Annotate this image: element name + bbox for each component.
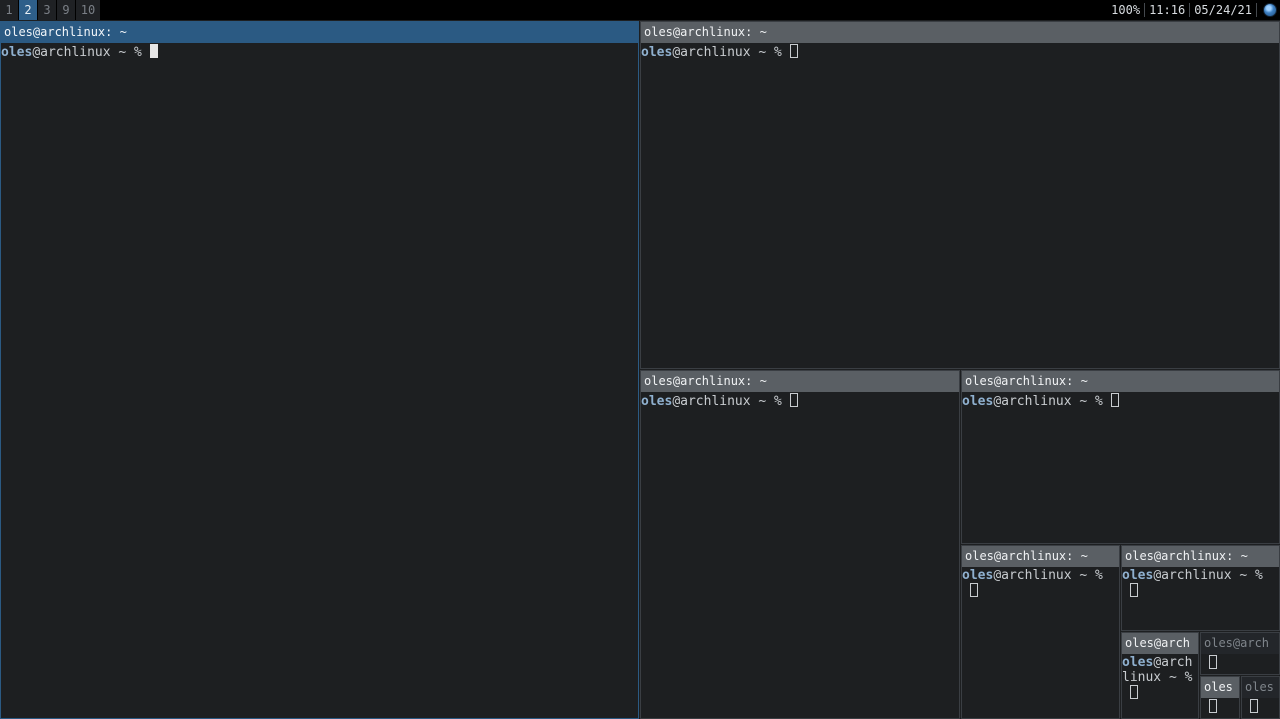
prompt-host: @archlinux ~ % xyxy=(672,45,790,60)
terminal-cursor xyxy=(970,583,978,597)
prompt-host: @archlinux ~ % xyxy=(32,45,150,60)
prompt-user: oles xyxy=(962,568,994,583)
terminal-window-tiny-4[interactable]: oles xyxy=(1241,676,1280,719)
window-title: oles xyxy=(1201,677,1239,698)
prompt-host: @archlinux ~ % xyxy=(993,568,1111,583)
clock-time: 11:16 xyxy=(1149,3,1186,17)
prompt-host: @archlinux ~ % xyxy=(993,394,1111,409)
status-area: 100% 11:16 05/24/21 xyxy=(1107,0,1280,20)
terminal-window-tiny-3[interactable]: oles xyxy=(1200,676,1240,719)
status-divider xyxy=(1256,3,1257,17)
terminal-cursor xyxy=(1130,685,1138,699)
workspace-2-button[interactable]: 2 xyxy=(19,0,37,20)
window-title: oles@archlinux: ~ xyxy=(962,546,1119,567)
terminal-cursor xyxy=(789,44,798,58)
prompt-user: oles xyxy=(962,394,994,409)
prompt-user: oles xyxy=(641,45,673,60)
terminal-window-bottom-mid[interactable]: oles@archlinux: ~ oles@archlinux ~ % xyxy=(640,370,960,719)
terminal-cursor xyxy=(149,44,158,58)
volume-indicator[interactable]: 100% xyxy=(1107,3,1144,17)
clock-date: 05/24/21 xyxy=(1194,3,1252,17)
window-title: oles@archlinux: ~ xyxy=(641,22,1279,43)
prompt-user: oles xyxy=(1122,568,1154,583)
terminal-prompt[interactable]: oles@archlinux ~ % xyxy=(1122,567,1279,599)
globe-icon[interactable] xyxy=(1263,3,1277,17)
terminal-window-tiny-2[interactable]: oles@arch xyxy=(1200,632,1280,675)
terminal-prompt[interactable] xyxy=(1201,698,1239,715)
terminal-window-top-right[interactable]: oles@archlinux: ~ oles@archlinux ~ % xyxy=(640,21,1280,369)
prompt-host: @archlinux ~ % xyxy=(1153,568,1271,583)
prompt-user: oles xyxy=(1122,655,1154,670)
workspace-3-button[interactable]: 3 xyxy=(38,0,56,20)
terminal-cursor xyxy=(789,393,798,407)
terminal-window-tiny-1[interactable]: oles@arch oles@archlinux ~ % xyxy=(1121,632,1199,719)
terminal-prompt[interactable] xyxy=(1242,698,1279,715)
terminal-window-small-right[interactable]: oles@archlinux: ~ oles@archlinux ~ % xyxy=(1121,545,1280,631)
terminal-prompt[interactable]: oles@archlinux ~ % xyxy=(1,43,638,60)
workspace-9-button[interactable]: 9 xyxy=(57,0,75,20)
window-title: oles@archlinux: ~ xyxy=(1122,546,1279,567)
top-bar: 1 2 3 9 10 100% 11:16 05/24/21 xyxy=(0,0,1280,20)
terminal-prompt[interactable]: oles@archlinux ~ % xyxy=(1122,654,1198,701)
terminal-prompt[interactable]: oles@archlinux ~ % xyxy=(641,43,1279,60)
terminal-prompt[interactable]: oles@archlinux ~ % xyxy=(962,567,1119,599)
window-title: oles@arch xyxy=(1201,633,1279,654)
prompt-user: oles xyxy=(1,45,33,60)
window-title: oles@archlinux: ~ xyxy=(641,371,959,392)
terminal-cursor xyxy=(1209,655,1217,669)
terminal-cursor xyxy=(1250,699,1258,713)
window-title: oles xyxy=(1242,677,1279,698)
window-title: oles@archlinux: ~ xyxy=(962,371,1279,392)
terminal-cursor xyxy=(1209,699,1217,713)
window-title: oles@archlinux: ~ xyxy=(1,22,638,43)
terminal-window-main[interactable]: oles@archlinux: ~ oles@archlinux ~ % xyxy=(0,21,639,719)
prompt-user: oles xyxy=(641,394,673,409)
terminal-cursor xyxy=(1130,583,1138,597)
window-title: oles@arch xyxy=(1122,633,1198,654)
terminal-window-small-left[interactable]: oles@archlinux: ~ oles@archlinux ~ % xyxy=(961,545,1120,719)
terminal-cursor xyxy=(1110,393,1119,407)
terminal-window-right-upper[interactable]: oles@archlinux: ~ oles@archlinux ~ % xyxy=(961,370,1280,544)
terminal-prompt[interactable] xyxy=(1201,654,1279,671)
prompt-host: @archlinux ~ % xyxy=(672,394,790,409)
terminal-prompt[interactable]: oles@archlinux ~ % xyxy=(641,392,959,409)
terminal-prompt[interactable]: oles@archlinux ~ % xyxy=(962,392,1279,409)
workspace-10-button[interactable]: 10 xyxy=(76,0,100,20)
workspace-1-button[interactable]: 1 xyxy=(0,0,18,20)
